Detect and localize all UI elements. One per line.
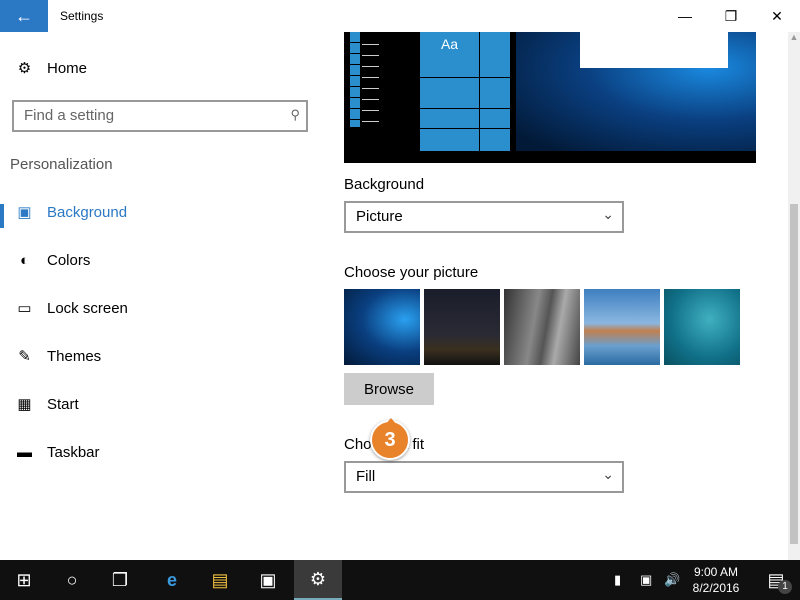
- action-center-button[interactable]: ▤ 1: [752, 560, 800, 600]
- arrow-left-icon: ←: [15, 5, 33, 26]
- window-title: Settings: [60, 9, 104, 23]
- dropdown-value: Picture: [356, 208, 403, 225]
- sidebar-item-label: Background: [47, 203, 128, 221]
- sidebar-item-taskbar[interactable]: ▬ Taskbar: [0, 432, 320, 472]
- home-label: Home: [47, 59, 88, 77]
- start-button[interactable]: ⊞: [0, 560, 48, 600]
- time: 9:00 AM: [693, 565, 739, 579]
- date: 8/2/2016: [692, 581, 740, 595]
- sidebar-item-colors[interactable]: ◐ Colors: [0, 240, 320, 280]
- clock[interactable]: 9:00 AM 8/2/2016: [686, 564, 746, 596]
- choose-picture-label: Choose your picture: [344, 264, 479, 281]
- sidebar-item-home[interactable]: ⚙ Home: [0, 48, 320, 88]
- section-heading: Personalization: [10, 156, 113, 173]
- scrollbar-thumb[interactable]: [790, 204, 798, 544]
- taskbar-icon: ▬: [17, 443, 32, 461]
- edge-button[interactable]: e: [148, 560, 196, 600]
- picture-thumbnail[interactable]: [504, 289, 580, 365]
- chevron-down-icon: ⌄: [602, 466, 614, 482]
- picture-thumbnail[interactable]: [664, 289, 740, 365]
- sidebar-item-lock-screen[interactable]: ▭ Lock screen: [0, 288, 320, 328]
- sidebar-item-label: Start: [47, 395, 79, 413]
- start-icon: ▦: [17, 396, 32, 413]
- picture-thumbnail[interactable]: [584, 289, 660, 365]
- circle-icon: ○: [66, 569, 78, 590]
- main-content: Aa Background Picture ⌄ Choose your pictu…: [320, 32, 788, 560]
- sidebar-item-start[interactable]: ▦ Start: [0, 384, 320, 424]
- search-input[interactable]: Find a setting ⚲: [12, 100, 308, 132]
- task-view-button[interactable]: ❐: [96, 560, 144, 600]
- notification-count: 1: [778, 580, 792, 594]
- lock-screen-icon: ▭: [17, 300, 32, 317]
- file-explorer-button[interactable]: ▤: [196, 560, 244, 600]
- search-placeholder: Find a setting: [24, 107, 115, 124]
- taskbar: ⊞ ○ ❐ e ▤ ▣ ⚙ ▮ ▣ 🔊 9:00 AM 8/2/2016 ▤ 1: [0, 560, 800, 600]
- sidebar-item-label: Taskbar: [47, 443, 100, 461]
- search-icon: ⚲: [290, 107, 300, 122]
- scroll-up-icon[interactable]: ▲: [788, 32, 800, 42]
- sidebar-item-background[interactable]: ▣ Background: [0, 192, 320, 232]
- minimize-button[interactable]: —: [662, 0, 708, 32]
- picture-thumbnail[interactable]: [424, 289, 500, 365]
- background-preview: Aa: [344, 32, 756, 163]
- background-label: Background: [344, 176, 425, 193]
- sidebar-item-themes[interactable]: ✎ Themes: [0, 336, 320, 376]
- store-button[interactable]: ▣: [244, 560, 292, 600]
- settings-taskbar-button[interactable]: ⚙: [294, 560, 342, 600]
- step-callout: 3: [370, 418, 410, 460]
- sidebar-item-label: Colors: [47, 251, 91, 269]
- cortana-button[interactable]: ○: [48, 560, 96, 600]
- palette-icon: ◐: [19, 251, 30, 269]
- back-button[interactable]: ←: [0, 0, 48, 32]
- windows-logo-icon: ⊞: [16, 569, 32, 590]
- picture-icon: ▣: [17, 204, 32, 221]
- chevron-down-icon: ⌄: [602, 206, 614, 222]
- task-view-icon: ❐: [111, 569, 129, 590]
- sidebar-item-label: Lock screen: [47, 299, 128, 317]
- volume-icon[interactable]: 🔊: [664, 572, 680, 588]
- maximize-button[interactable]: ❐: [708, 0, 754, 32]
- gear-icon: ⚙: [309, 568, 327, 589]
- background-dropdown[interactable]: Picture ⌄: [344, 201, 624, 233]
- themes-icon: ✎: [18, 348, 31, 365]
- battery-icon[interactable]: ▮: [614, 572, 621, 588]
- network-icon[interactable]: ▣: [640, 572, 652, 588]
- store-icon: ▣: [259, 569, 277, 590]
- folder-icon: ▤: [211, 569, 229, 590]
- title-bar: ← Settings — ❐ ✕: [0, 0, 800, 32]
- gear-icon: ⚙: [17, 60, 32, 77]
- dropdown-value: Fill: [356, 468, 376, 485]
- sidebar: ⚙ Home Find a setting ⚲ Personalization ▣ B…: [0, 32, 320, 560]
- picture-thumbnail[interactable]: [344, 289, 420, 365]
- scrollbar[interactable]: ▲: [788, 32, 800, 560]
- browse-button[interactable]: Browse: [344, 373, 434, 405]
- sidebar-item-label: Themes: [47, 347, 102, 365]
- preview-tile-text: Aa: [440, 36, 459, 52]
- close-button[interactable]: ✕: [754, 0, 800, 32]
- fit-dropdown[interactable]: Fill ⌄: [344, 461, 624, 493]
- edge-icon: e: [166, 569, 177, 590]
